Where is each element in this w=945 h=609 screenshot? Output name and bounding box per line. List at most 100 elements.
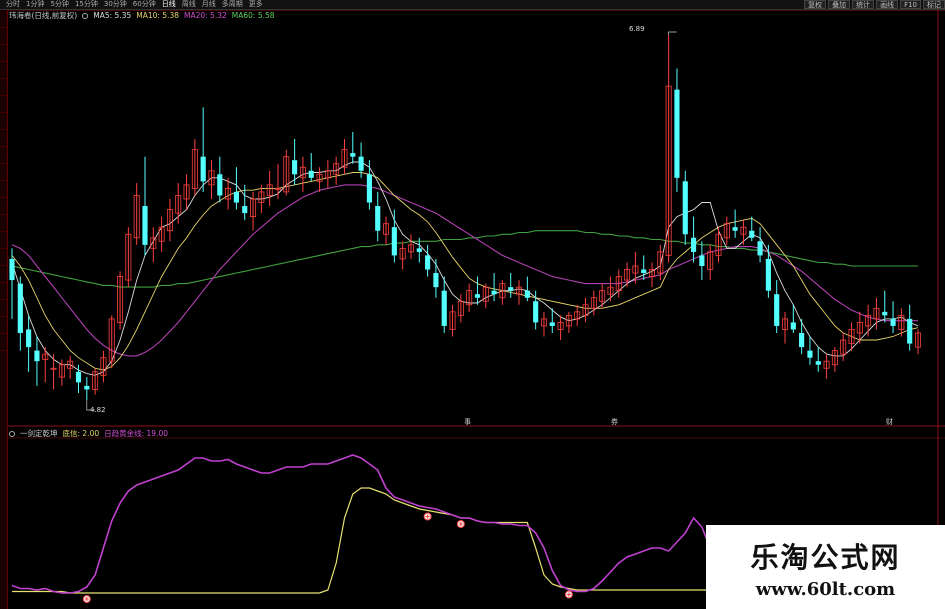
side-strip-button[interactable] <box>0 78 7 96</box>
candle-body-down <box>790 322 796 330</box>
candle-body-down <box>549 322 555 326</box>
candle-body-down <box>350 153 356 157</box>
chart-canvas <box>8 9 945 609</box>
candle-body-down <box>9 258 15 281</box>
ma20-line <box>11 184 918 357</box>
tool-button[interactable]: 标记 <box>923 0 945 9</box>
indicator-params: 底信: 2.00 <box>62 429 100 438</box>
tool-button[interactable]: 叠加 <box>828 0 851 9</box>
candle-body-down <box>26 329 32 348</box>
side-strip-button[interactable] <box>0 180 7 198</box>
low-price-label: 4.82 <box>90 406 106 414</box>
side-strip-button[interactable] <box>0 146 7 164</box>
tool-button[interactable]: F10 <box>900 0 921 9</box>
candle-body-down <box>757 241 763 256</box>
tool-button[interactable]: 复权 <box>804 0 827 9</box>
candle-body-down <box>890 318 896 326</box>
candle-body-down <box>491 290 497 295</box>
candle-body-down <box>533 301 539 323</box>
event-marker-3[interactable]: 财 <box>886 417 893 427</box>
candle-body-down <box>641 269 647 274</box>
period-tab[interactable]: 分时 <box>6 0 20 9</box>
side-strip-button[interactable] <box>0 129 7 147</box>
right-tools: 复权 叠加 统计 画线 F10 标记 <box>804 0 945 9</box>
candle-body-down <box>416 248 422 252</box>
candle-body-down <box>699 255 705 266</box>
ma10-path <box>11 172 919 371</box>
candle-body-down <box>674 89 680 178</box>
indicator-legend: 一剑定乾坤 底信: 2.00 日趋黄金线: 19.00 <box>9 429 168 439</box>
candle-body-down <box>508 287 514 291</box>
side-strip-button[interactable] <box>0 333 7 351</box>
candle-body-down <box>358 156 364 171</box>
candle-body-down <box>292 160 298 175</box>
period-toolbar: 分时 1分钟 5分钟 15分钟 30分钟 60分钟 日线 周线 月线 多周期 更多 复权 叠加 统计 画线… <box>0 0 945 10</box>
indicator-line-label: 日趋黄金线: 19.00 <box>104 429 169 438</box>
side-strip-button[interactable] <box>0 265 7 283</box>
candle-body-down <box>441 290 447 326</box>
candle-body-down <box>233 191 239 203</box>
side-strip-button[interactable] <box>0 299 7 317</box>
ma5-path <box>11 161 919 376</box>
ma-legend-item: MA20: 5.32 <box>184 11 227 20</box>
side-strip-button[interactable] <box>0 95 7 113</box>
ma-legend-item: MA60: 5.58 <box>231 11 275 20</box>
candle-body-down <box>774 294 780 326</box>
side-strip-button[interactable] <box>0 316 7 334</box>
tool-button[interactable]: 画线 <box>876 0 899 9</box>
side-strip-button[interactable] <box>0 214 7 232</box>
candle-body-down <box>815 361 821 365</box>
tool-button[interactable]: 统计 <box>852 0 875 9</box>
period-tab[interactable]: 更多 <box>249 0 263 9</box>
period-tab[interactable]: 30分钟 <box>104 0 127 9</box>
side-strip-button[interactable] <box>0 197 7 215</box>
side-strip-button[interactable] <box>0 163 7 181</box>
main-legend: 玮海卷(日线,前复权) MA5: 5.35 MA10: 5.38 MA20: 5.3… <box>9 11 275 21</box>
period-tab[interactable]: 月线 <box>202 0 216 9</box>
settings-dot-icon[interactable] <box>82 13 89 19</box>
candle-body-down <box>799 332 805 348</box>
candle-body-down <box>524 290 530 298</box>
side-strip-button[interactable] <box>0 61 7 79</box>
watermark: 乐淘公式网 www.60lt.com <box>706 525 945 609</box>
side-strip-button[interactable] <box>0 231 7 249</box>
candle-body-down <box>75 371 82 383</box>
candle-body-down <box>682 181 688 235</box>
candle-body-down <box>242 206 248 214</box>
candle-body-down <box>17 283 23 333</box>
candle-body-down <box>425 255 431 270</box>
side-strip-button[interactable] <box>0 248 7 266</box>
period-tab[interactable]: 日线 <box>162 0 176 9</box>
side-strip-button[interactable] <box>0 112 7 130</box>
period-tab[interactable]: 60分钟 <box>133 0 156 9</box>
period-tab[interactable]: 5分钟 <box>50 0 68 9</box>
candle-body-down <box>474 294 481 298</box>
candle-body-down <box>749 230 755 238</box>
side-strip-button[interactable] <box>0 282 7 300</box>
left-side-strip <box>0 10 8 609</box>
watermark-url: www.60lt.com <box>755 579 896 600</box>
side-strip-button[interactable] <box>0 27 7 45</box>
candle-body-down <box>882 311 888 316</box>
ma-legend-item: MA5: 5.35 <box>93 11 132 20</box>
candle-body-down <box>366 174 372 203</box>
event-marker-2[interactable]: 券 <box>611 417 618 427</box>
period-tabs: 分时 1分钟 5分钟 15分钟 30分钟 60分钟 日线 周线 月线 多周期 更多 <box>6 0 263 9</box>
period-tab[interactable]: 周线 <box>182 0 196 9</box>
candle-body-down <box>907 318 913 344</box>
indicator-name: 一剑定乾坤 <box>20 429 58 438</box>
period-tab[interactable]: 1分钟 <box>26 0 44 9</box>
indicator-settings-icon[interactable] <box>9 431 15 437</box>
high-price-label: 6.89 <box>629 25 645 33</box>
candle-body-down <box>807 350 813 358</box>
candle-body-down <box>375 206 381 231</box>
period-tab[interactable]: 多周期 <box>222 0 243 9</box>
side-strip-button[interactable] <box>0 44 7 62</box>
ma5-line <box>11 161 919 376</box>
event-marker-1[interactable]: 事 <box>464 417 471 427</box>
side-strip-button[interactable] <box>0 10 7 28</box>
candle-body-down <box>765 258 771 291</box>
candle-body-down <box>217 174 223 196</box>
candle-body-down <box>308 170 314 178</box>
period-tab[interactable]: 15分钟 <box>75 0 98 9</box>
